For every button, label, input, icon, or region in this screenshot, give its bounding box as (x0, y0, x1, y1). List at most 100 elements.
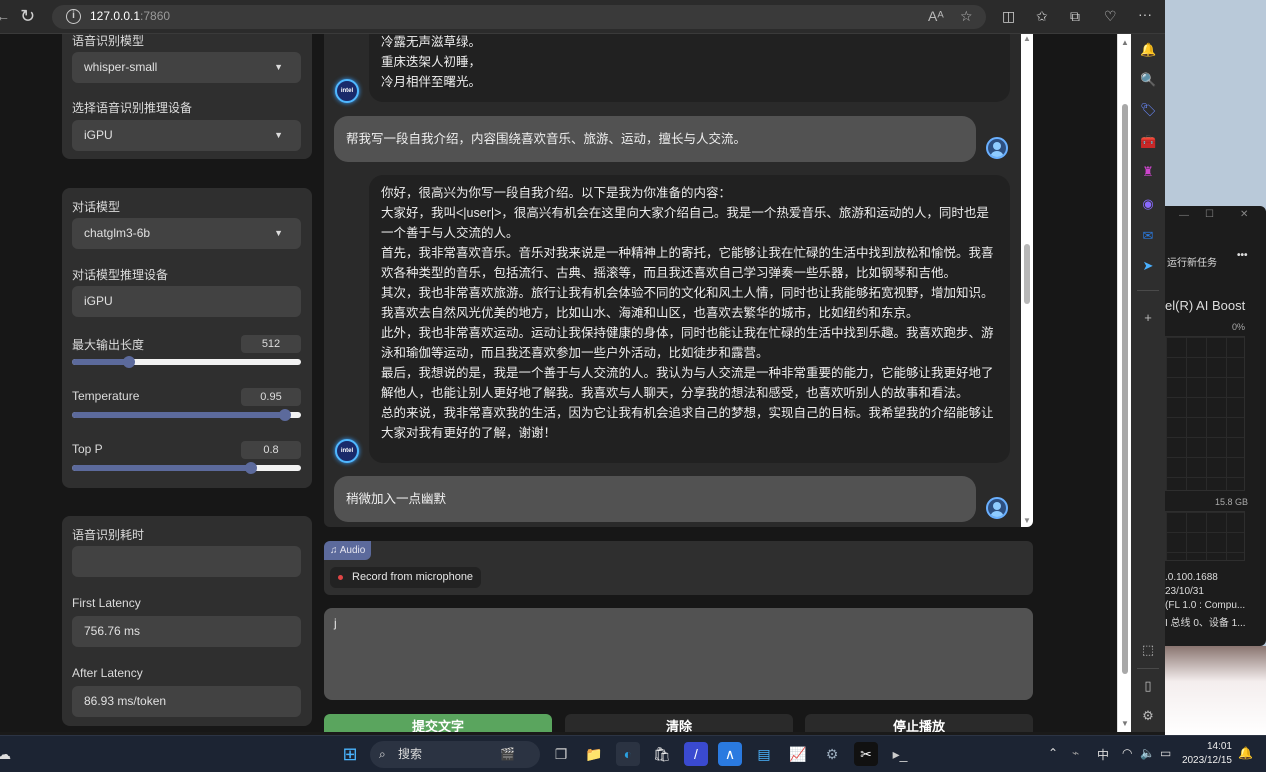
user-message: 稍微加入一点幽默 (334, 476, 976, 522)
read-aloud-icon[interactable]: Aᴬ (928, 8, 944, 24)
network-offline-icon[interactable]: ⌁ (1072, 746, 1079, 760)
scroll-up-icon[interactable]: ▲ (1023, 34, 1031, 43)
file-explorer-icon[interactable]: 📁 (582, 742, 606, 766)
maximize-icon[interactable]: ☐ (1205, 209, 1214, 220)
chevron-down-icon: ▼ (274, 130, 283, 140)
slider-thumb[interactable] (278, 409, 291, 421)
tools-icon[interactable]: 🧰 (1140, 134, 1156, 150)
shopping-tag-icon[interactable]: 🏷 (1140, 102, 1157, 118)
app-icon[interactable]: / (684, 742, 708, 766)
scroll-up-icon[interactable]: ▲ (1121, 38, 1129, 47)
max-length-number[interactable]: 512 (241, 335, 301, 353)
games-icon[interactable]: ♜ (1140, 164, 1156, 180)
screenshot-icon[interactable]: ⬚ (1140, 642, 1156, 658)
asr-device-label: 选择语音识别推理设备 (72, 101, 193, 115)
asr-model-dropdown[interactable]: whisper-small ▼ (72, 52, 301, 83)
chat-model-dropdown[interactable]: chatglm3-6b ▼ (72, 218, 301, 249)
scrollbar-thumb[interactable] (1024, 244, 1030, 304)
top-p-number[interactable]: 0.8 (241, 441, 301, 459)
minimize-icon[interactable]: — (1179, 210, 1189, 221)
collections-icon[interactable]: ⧉ (1070, 8, 1080, 25)
slider-thumb[interactable] (244, 462, 257, 474)
outlook-icon[interactable]: ✉ (1140, 228, 1156, 244)
wifi-icon[interactable]: ◠ (1122, 746, 1132, 760)
asr-time-label: 语音识别耗时 (72, 528, 145, 542)
notification-bell-icon[interactable]: 🔔 (1140, 42, 1156, 58)
sidebar-toggle-icon[interactable]: ▯ (1140, 678, 1156, 694)
split-screen-icon[interactable]: ◫ (1002, 8, 1015, 25)
close-icon[interactable]: ✕ (1240, 209, 1248, 220)
settings-gear-icon[interactable]: ⚙ (1140, 708, 1156, 724)
first-latency-field[interactable]: 756.76 ms (72, 616, 301, 647)
asr-device-value: iGPU (84, 128, 113, 142)
chat-device-value: iGPU (84, 294, 113, 308)
resource-monitor-icon[interactable]: 📈 (786, 742, 810, 766)
notification-bell-icon[interactable]: 🔔 (1238, 746, 1253, 760)
store-icon[interactable]: 🛍 (650, 742, 674, 766)
memory-graph (1165, 511, 1245, 561)
weather-icon[interactable]: ☁ (0, 742, 16, 766)
temperature-number[interactable]: 0.95 (241, 388, 301, 406)
favorites-list-icon[interactable]: ✩ (1036, 8, 1048, 25)
stop-playback-button[interactable]: 停止播放 (805, 714, 1033, 732)
info-icon[interactable]: i (66, 9, 81, 24)
message-line: 你好，很高兴为你写一段自我介绍。以下是我为你准备的内容： (381, 186, 732, 200)
edge-browser-icon[interactable]: ◐ (616, 742, 640, 766)
more-icon[interactable]: ··· (1138, 6, 1152, 22)
browser-essentials-icon[interactable]: ♡ (1104, 8, 1117, 25)
copilot-icon[interactable]: ◉ (1140, 196, 1156, 212)
system-clock[interactable]: 14:01 2023/12/15 (1180, 740, 1232, 768)
slider-thumb[interactable] (123, 356, 136, 368)
taskbar-search[interactable]: ⌕ 搜索 🎬 (370, 741, 540, 768)
scrollbar-thumb[interactable] (1122, 104, 1128, 674)
task-view-icon[interactable]: ❐ (549, 742, 573, 766)
volume-icon[interactable]: 🔈 (1140, 746, 1155, 760)
more-options-icon[interactable]: ••• (1237, 250, 1248, 261)
scroll-down-icon[interactable]: ▼ (1121, 719, 1129, 728)
run-new-task-button[interactable]: 运行新任务 (1167, 254, 1217, 269)
message-line: 大家好，我叫<|user|>，很高兴有机会在这里向大家介绍自己。我是一个热爱音乐… (381, 206, 989, 240)
message-line: 最后，我想说的是，我是一个善于与人交流的人。我认为与人交流是一种非常重要的能力，… (381, 366, 994, 400)
record-from-microphone-button[interactable]: Record from microphone (330, 567, 482, 588)
divider (1137, 668, 1159, 669)
address-bar[interactable]: i 127.0.0.1:7860 Aᴬ ☆ (52, 5, 986, 29)
after-latency-field[interactable]: 86.93 ms/token (72, 686, 301, 717)
temperature-slider[interactable] (72, 409, 301, 421)
chat-device-field[interactable]: iGPU (72, 286, 301, 317)
asr-device-dropdown[interactable]: iGPU ▼ (72, 120, 301, 151)
search-icon[interactable]: 🔍 (1140, 72, 1156, 88)
clear-button[interactable]: 清除 (565, 714, 793, 732)
add-icon[interactable]: + (1140, 310, 1156, 326)
asr-model-value: whisper-small (84, 60, 158, 74)
url-text[interactable]: 127.0.0.1:7860 (90, 9, 170, 23)
asr-time-field[interactable] (72, 546, 301, 577)
notepad-icon[interactable]: ▤ (752, 742, 776, 766)
back-icon[interactable]: ← (0, 8, 10, 24)
user-message: 帮我写一段自我介绍，内容围绕喜欢音乐、旅游、运动，擅长与人交流。 (334, 116, 976, 162)
page-scrollbar[interactable]: ▲ ▼ (1117, 34, 1131, 732)
send-icon[interactable]: ➤ (1140, 258, 1156, 274)
max-length-label: 最大输出长度 (72, 338, 145, 352)
url-port: :7860 (140, 9, 171, 23)
chat-scrollbar[interactable]: ▲ ▼ (1021, 34, 1033, 527)
show-hidden-icons[interactable]: ⌃ (1048, 746, 1058, 760)
max-length-slider[interactable] (72, 356, 301, 368)
message-input[interactable] (324, 608, 1033, 700)
capcut-icon[interactable]: ✂ (854, 742, 878, 766)
chat-device-label: 对话模型推理设备 (72, 268, 169, 282)
chevron-down-icon: ▼ (274, 228, 283, 238)
ime-indicator[interactable]: 中 (1097, 746, 1109, 763)
reload-icon[interactable]: ↻ (20, 6, 35, 27)
driver-version: .0.100.1688 (1165, 572, 1218, 583)
windows-start-icon[interactable]: ⊞ (338, 742, 362, 766)
battery-icon[interactable]: ▭ (1160, 746, 1171, 760)
settings-icon[interactable]: ⚙ (820, 742, 844, 766)
top-p-slider[interactable] (72, 462, 301, 474)
favorite-star-icon[interactable]: ☆ (960, 8, 973, 25)
windows-taskbar: ☁ ⊞ ⌕ 搜索 🎬 ❐ 📁 ◐ 🛍 / ∧ ▤ 📈 ⚙ ✂ ▸_ ⌃ ⌁ 中 … (0, 735, 1266, 772)
message-line: 此外，我也非常喜欢运动。运动让我保持健康的身体，同时也能让我在忙碌的生活中找到乐… (381, 326, 994, 360)
scroll-down-icon[interactable]: ▼ (1023, 516, 1031, 525)
terminal-icon[interactable]: ▸_ (888, 742, 912, 766)
app-icon[interactable]: ∧ (718, 742, 742, 766)
submit-text-button[interactable]: 提交文字 (324, 714, 552, 732)
